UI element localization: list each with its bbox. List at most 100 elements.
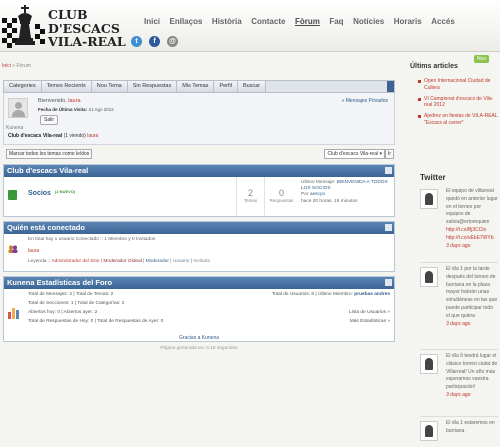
replies-count: 0: [278, 188, 284, 198]
online-user-link[interactable]: laura: [28, 248, 39, 254]
breadcrumb-home-link[interactable]: Inici: [2, 63, 11, 69]
articles-list: Open Internacional Ciudad de Cullera VI …: [418, 78, 498, 131]
tweet-body: El día 1 estaremos en burriana: [446, 420, 498, 436]
tweet-date[interactable]: 3 days ago: [446, 392, 470, 398]
footer-credit[interactable]: Gracias a Kunena: [3, 335, 395, 341]
facebook-icon[interactable]: f: [149, 36, 160, 47]
main-nav: Inici Enllaços Història Contacte Fòrum F…: [144, 17, 464, 26]
category-section-header: Club d'escacs Vila-real: [4, 165, 394, 177]
category-name-link[interactable]: Socios: [28, 190, 51, 197]
twitter-title: Twitter: [420, 173, 446, 182]
nav-acces[interactable]: Accés: [431, 17, 455, 26]
by-label: Por: [301, 192, 309, 198]
legend: Leyenda :: Administrador del Sitio | Mod…: [28, 259, 211, 264]
legend-guest: Invitado: [193, 259, 211, 264]
article-link[interactable]: Open Internacional Ciudad de Cullera: [418, 78, 498, 92]
site-logo-text[interactable]: CLUB D'ESCACS VILA-REAL: [48, 8, 126, 49]
article-link[interactable]: VI Campionat d'escacs de Vila-real 2012: [418, 96, 498, 110]
go-button[interactable]: Ir: [384, 149, 394, 159]
nav-historia[interactable]: Història: [212, 17, 242, 26]
welcome-text: Bienvenido, laura: [38, 98, 81, 104]
bar-chart-icon: [8, 308, 19, 319]
tab-categories[interactable]: Categories: [4, 81, 42, 92]
welcome-label: Bienvenido,: [38, 98, 67, 104]
nav-horaris[interactable]: Horaris: [394, 17, 422, 26]
new-badge: (2 NUEVO): [55, 189, 76, 194]
legend-label: Leyenda ::: [28, 259, 51, 264]
username-link[interactable]: laura: [68, 98, 80, 104]
category-folder-icon: [8, 190, 17, 200]
stats-row-3: Abiertos hoy: 0 | Abiertos ayer: 2: [28, 310, 98, 315]
tweet-date[interactable]: 3 days ago: [446, 243, 470, 249]
chess-king-logo-icon[interactable]: [2, 4, 46, 48]
last-member-link[interactable]: pruebas andres: [354, 292, 390, 297]
last-visit-value: 21 Ago 2012: [88, 107, 114, 112]
last-post-label: Último Mensaje:: [301, 180, 336, 185]
tab-my-topics[interactable]: Mis Temas: [177, 81, 215, 92]
club-avatar-icon: [420, 189, 438, 209]
user-list-link[interactable]: Lista de Usuarios »: [349, 310, 390, 315]
social-links: t f @: [131, 36, 178, 47]
logo-line-3: VILA-REAL: [48, 34, 126, 49]
whos-online-section: Quién está conectado En total hay 1 usua…: [3, 221, 395, 272]
whos-online-header: Quién está conectado: [4, 222, 394, 234]
tweet-link[interactable]: http://t.co/Bj3CCin http://t.co/vEbE7WYb: [446, 227, 494, 241]
more-stats-link[interactable]: Más Estadísticas »: [350, 319, 390, 324]
avatar[interactable]: [8, 98, 28, 118]
category-section: Club d'escacs Vila-real Socios (2 NUEVO)…: [3, 164, 395, 217]
email-icon[interactable]: @: [167, 36, 178, 47]
tweet: El día 1 por la tarde después del torneo…: [420, 266, 498, 350]
nav-forum[interactable]: Fòrum: [295, 17, 320, 26]
tweet: El día 1 estaremos en burriana: [420, 420, 498, 447]
legend-admin: Administrador del Sitio: [51, 259, 100, 264]
site-header: CLUB D'ESCACS VILA-REAL Inici Enllaços H…: [0, 0, 500, 52]
replies-label: Respuestas: [269, 198, 294, 203]
collapse-toggle-icon[interactable]: [385, 167, 392, 174]
logout-button[interactable]: Salir: [40, 115, 59, 125]
stats-header: Kunena Estadísticas del Foro: [4, 277, 394, 289]
tweet-body: El día 1 por la tarde después del torneo…: [446, 266, 498, 328]
replies-cell: 0 Respuestas: [264, 177, 298, 216]
breadcrumb: Inici » Fòrum: [2, 63, 31, 69]
stats-body: Total de Mensajes: 2 | Total de Temas: 2…: [4, 289, 394, 341]
last-post-author[interactable]: aescyo: [310, 192, 325, 197]
article-link[interactable]: Ajedrez en fiestas de VILA-REAL "Escacs …: [418, 113, 498, 127]
category-select[interactable]: Club d'escacs Vila-real ▾: [324, 149, 385, 159]
viewing-user[interactable]: laura: [87, 133, 98, 139]
tab-search[interactable]: Buscar: [237, 81, 267, 92]
tab-no-replies[interactable]: Sin Respuestas: [127, 81, 178, 92]
tabs-collapse-toggle[interactable]: [387, 81, 394, 92]
forum-toolbar: Marcar todos los temas como leídos Club …: [3, 148, 395, 160]
private-messages-link[interactable]: » Mensajes Privados: [342, 98, 388, 104]
tweet-body: El día 9 tendrá lugar el clásico torneo …: [446, 353, 498, 400]
tab-new-topic[interactable]: Nou Tema: [91, 81, 128, 92]
stats-row-1: Total de Mensajes: 2 | Total de Temas: 2: [28, 292, 114, 297]
nav-noticies[interactable]: Notícies: [353, 17, 384, 26]
stats-row-4: Total de Respuestas de Hoy: 0 | Total de…: [28, 319, 164, 324]
tweet-text: El equipo de villarreal quedó en anterio…: [446, 188, 498, 226]
tweet-text: El día 9 tendrá lugar el clásico torneo …: [446, 353, 498, 391]
legend-moderator: Moderador: [145, 259, 169, 264]
collapse-toggle-icon[interactable]: [385, 279, 392, 286]
breadcrumb-separator: »: [12, 63, 16, 69]
nav-contacte[interactable]: Contacte: [251, 17, 285, 26]
nav-enllacos[interactable]: Enllaços: [170, 17, 203, 26]
footer-time: Página generada en: 0.18 segundos: [160, 346, 238, 351]
viewing-category[interactable]: Club d'escacs Vila-real: [8, 133, 62, 139]
tab-profile[interactable]: Perfil: [214, 81, 238, 92]
category-section-title[interactable]: Club d'escacs Vila-real: [7, 166, 88, 175]
tab-recent-topics[interactable]: Temes Recients: [41, 81, 92, 92]
mark-all-read-button[interactable]: Marcar todos los temas como leídos: [6, 149, 93, 159]
twitter-icon[interactable]: t: [131, 36, 142, 47]
articles-title: Últims articles: [410, 63, 458, 70]
nav-inici[interactable]: Inici: [144, 17, 160, 26]
collapse-toggle-icon[interactable]: [385, 224, 392, 231]
last-visit: Fecha de Última Visita: 21 Ago 2012: [38, 107, 114, 112]
nav-faq[interactable]: Faq: [329, 17, 343, 26]
whos-online-body: En total hay 1 usuario Conectado :: 1 Mi…: [4, 234, 394, 271]
last-post: Último Mensaje: BIENVENIDA A TODOS LOS S…: [301, 180, 391, 205]
topics-cell: 2 Temas: [236, 177, 264, 216]
legend-global-mod: Moderador Global: [103, 259, 142, 264]
topics-count: 2: [247, 188, 253, 198]
tweet-date[interactable]: 3 days ago: [446, 321, 470, 327]
